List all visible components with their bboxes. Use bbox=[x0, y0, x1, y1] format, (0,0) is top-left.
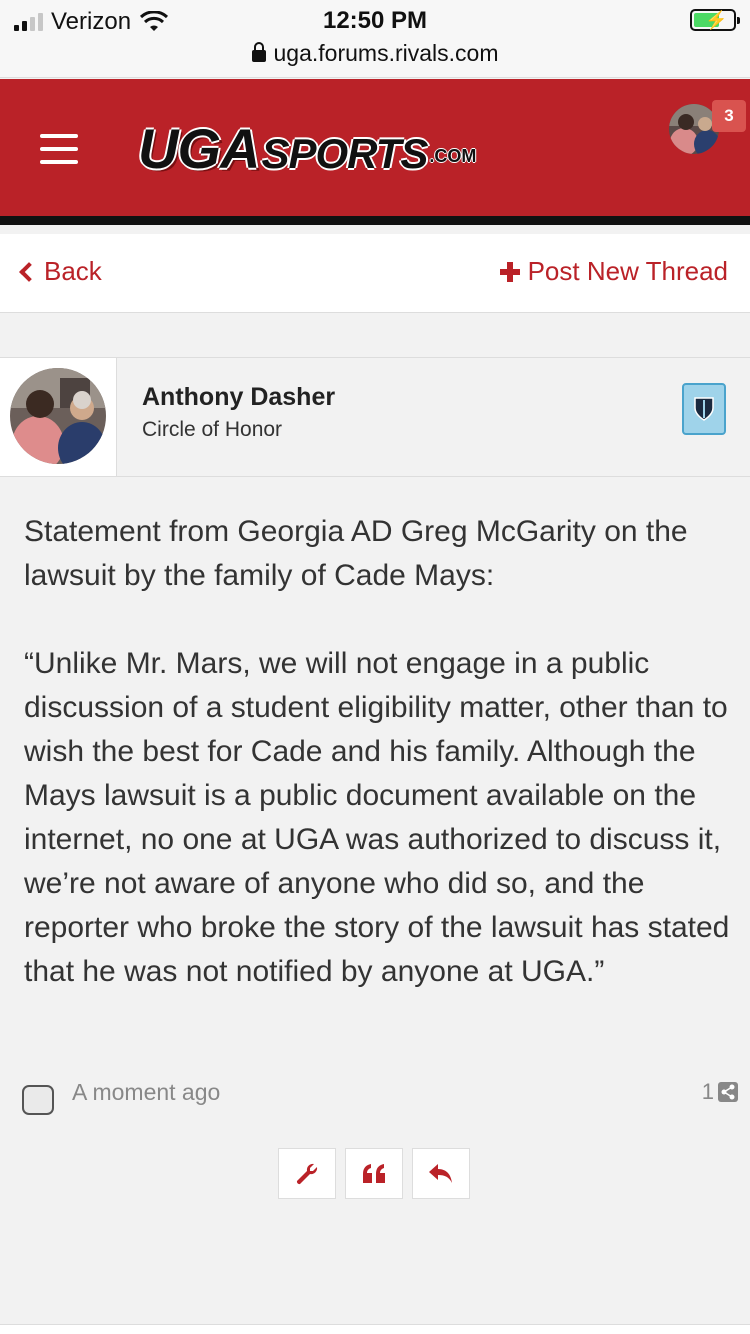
battery-icon: ⚡ bbox=[690, 9, 740, 31]
back-label: Back bbox=[44, 256, 102, 286]
post-new-thread-label: Post New Thread bbox=[527, 256, 728, 286]
back-button[interactable]: Back bbox=[19, 256, 102, 287]
post-content: Statement from Georgia AD Greg McGarity … bbox=[24, 510, 734, 1038]
site-header: UGA SPORTS .COM 3 bbox=[0, 79, 750, 225]
footer-edge bbox=[0, 1324, 750, 1334]
thread-nav: Back Post New Thread bbox=[0, 234, 750, 313]
logo-com: .COM bbox=[429, 146, 477, 166]
post-paragraph: “Unlike Mr. Mars, we will not engage in … bbox=[24, 647, 730, 988]
menu-icon[interactable] bbox=[40, 134, 78, 166]
author-avatar[interactable] bbox=[10, 368, 106, 464]
shield-badge-icon bbox=[682, 383, 726, 435]
lock-icon bbox=[251, 42, 266, 62]
clock: 12:50 PM bbox=[322, 7, 428, 34]
wrench-icon bbox=[296, 1163, 318, 1184]
post-new-thread-button[interactable]: Post New Thread bbox=[499, 256, 728, 287]
url-text: uga.forums.rivals.com bbox=[273, 40, 499, 66]
edit-button[interactable] bbox=[278, 1148, 336, 1199]
site-logo[interactable]: UGA SPORTS .COM bbox=[138, 117, 477, 180]
address-bar[interactable]: uga.forums.rivals.com bbox=[0, 40, 750, 67]
post-meta: A moment ago 1 bbox=[22, 1076, 738, 1116]
share-button[interactable]: 1 bbox=[702, 1079, 738, 1105]
post-timestamp[interactable]: A moment ago bbox=[72, 1079, 220, 1106]
post-paragraph: Statement from Georgia AD Greg McGarity … bbox=[24, 515, 688, 592]
post-author-card: Anthony Dasher Circle of Honor bbox=[0, 357, 750, 477]
chevron-left-icon bbox=[19, 262, 39, 282]
logo-sports: SPORTS bbox=[261, 130, 428, 177]
logo-uga: UGA bbox=[138, 117, 260, 180]
author-title: Circle of Honor bbox=[142, 418, 283, 441]
status-bar: Verizon 12:50 PM ⚡ uga.forums.rivals.com bbox=[0, 0, 750, 78]
post-number: 1 bbox=[701, 1079, 714, 1104]
quote-icon bbox=[363, 1163, 385, 1183]
reply-icon bbox=[429, 1163, 452, 1183]
author-name[interactable]: Anthony Dasher bbox=[142, 383, 335, 412]
reply-button[interactable] bbox=[412, 1148, 470, 1199]
quote-button[interactable] bbox=[345, 1148, 403, 1199]
notification-badge[interactable]: 3 bbox=[712, 100, 746, 132]
plus-icon bbox=[499, 261, 520, 282]
author-avatar-container[interactable] bbox=[0, 358, 117, 476]
share-icon bbox=[718, 1082, 738, 1102]
post-actions bbox=[278, 1148, 470, 1199]
select-post-checkbox[interactable] bbox=[22, 1085, 54, 1115]
